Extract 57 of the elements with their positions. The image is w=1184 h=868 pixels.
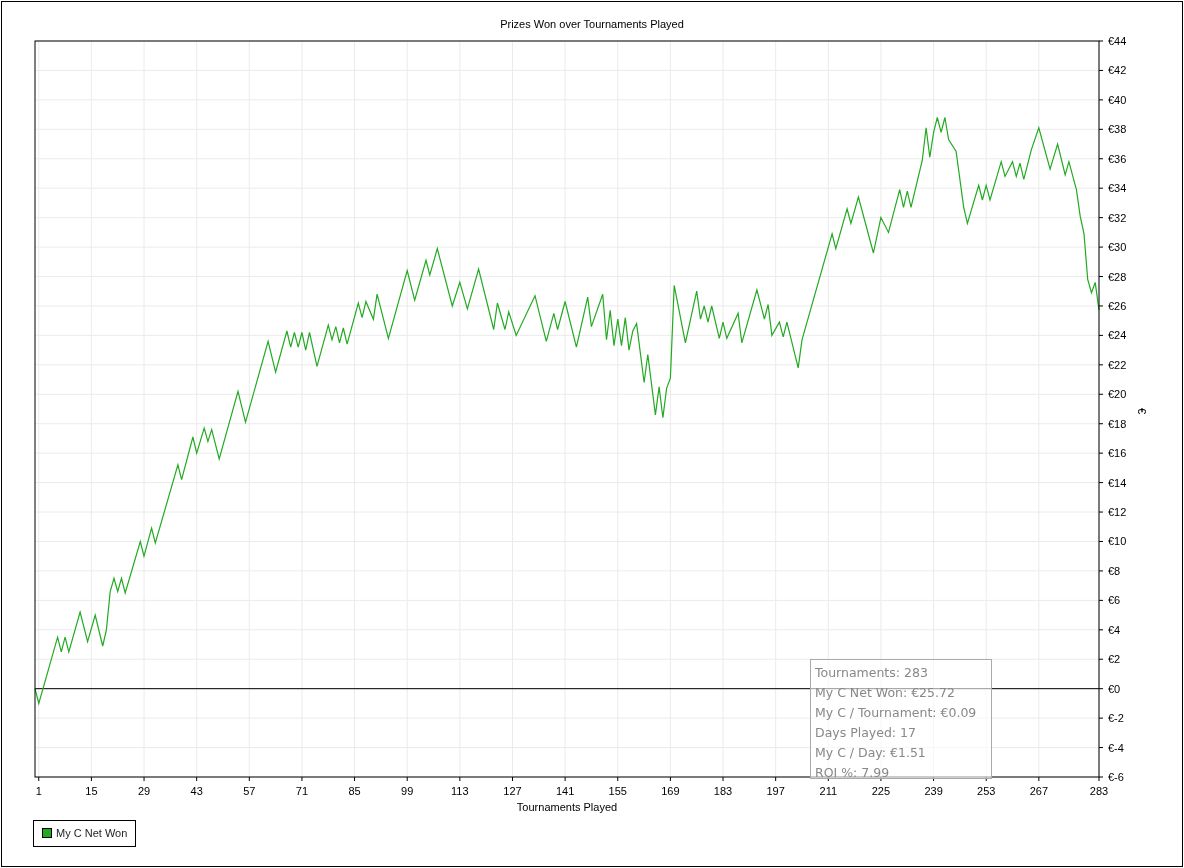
y-tick-label: €14 bbox=[1108, 476, 1127, 489]
x-tick-label: 43 bbox=[190, 785, 203, 797]
y-tick-label: €32 bbox=[1108, 211, 1127, 224]
y-tick-label: €22 bbox=[1108, 358, 1127, 371]
y-tick-label: €0 bbox=[1108, 682, 1121, 695]
tooltip-line: ROI %: 7.99 bbox=[815, 764, 891, 782]
y-tick-label: €4 bbox=[1108, 623, 1121, 636]
tooltip-line: Days Played: 17 bbox=[815, 724, 917, 742]
x-axis-title: Tournaments Played bbox=[516, 801, 618, 813]
y-tick-label: €44 bbox=[1108, 35, 1127, 47]
tooltip-line: Tournaments: 283 bbox=[815, 664, 929, 682]
legend-swatch-icon bbox=[42, 828, 52, 839]
y-tick-label: €-2 bbox=[1108, 712, 1124, 725]
y-tick-label: €6 bbox=[1108, 594, 1121, 607]
x-tick-label: 85 bbox=[348, 785, 361, 797]
x-tick-label: 169 bbox=[661, 785, 680, 797]
x-tick-label: 225 bbox=[871, 785, 891, 797]
y-tick-label: €38 bbox=[1108, 123, 1127, 136]
y-tick-label: €24 bbox=[1108, 329, 1127, 342]
y-tick-label: €34 bbox=[1108, 182, 1127, 195]
y-tick-label: €36 bbox=[1108, 152, 1127, 165]
x-tick-label: 155 bbox=[608, 785, 627, 797]
x-tick-label: 57 bbox=[243, 785, 256, 797]
x-tick-label: 239 bbox=[924, 785, 943, 797]
y-tick-label: €2 bbox=[1108, 653, 1121, 666]
x-tick-label: 283 bbox=[1089, 785, 1109, 797]
x-tick-label: 267 bbox=[1029, 785, 1048, 797]
x-tick-label: 113 bbox=[451, 785, 469, 797]
y-tick-label: €8 bbox=[1108, 564, 1121, 577]
y-tick-label: €20 bbox=[1108, 388, 1127, 401]
y-tick-label: €18 bbox=[1108, 417, 1127, 430]
x-tick-label: 141 bbox=[555, 785, 575, 797]
x-tick-label: 29 bbox=[137, 785, 151, 797]
y-tick-label: €16 bbox=[1108, 447, 1127, 460]
x-tick-label: 71 bbox=[295, 785, 309, 797]
x-tick-label: 211 bbox=[819, 785, 838, 797]
y-tick-label: €12 bbox=[1108, 506, 1127, 519]
legend-label: My C Net Won bbox=[56, 826, 128, 841]
y-tick-label: €42 bbox=[1108, 64, 1127, 77]
y-tick-label: €-4 bbox=[1108, 741, 1124, 754]
x-tick-label: 183 bbox=[713, 785, 733, 797]
y-tick-label: €26 bbox=[1108, 299, 1127, 312]
tooltip-line: My C / Tournament: €0.09 bbox=[815, 704, 978, 722]
y-tick-label: €40 bbox=[1108, 93, 1127, 106]
y-tick-label: €10 bbox=[1108, 535, 1127, 548]
x-tick-label: 197 bbox=[766, 785, 785, 797]
y-axis-title: € bbox=[1136, 407, 1148, 415]
y-tick-label: €28 bbox=[1108, 270, 1127, 283]
x-tick-label: 253 bbox=[977, 785, 996, 797]
tooltip-line: My C Net Won: €25.72 bbox=[815, 684, 956, 702]
y-tick-label: €30 bbox=[1108, 241, 1127, 254]
y-tick-label: €-6 bbox=[1108, 771, 1124, 783]
x-tick-label: 127 bbox=[503, 785, 522, 797]
x-tick-label: 1 bbox=[35, 785, 42, 797]
x-tick-label: 15 bbox=[85, 785, 98, 797]
x-tick-label: 99 bbox=[401, 785, 414, 797]
tooltip-line: My C / Day: €1.51 bbox=[815, 744, 927, 762]
